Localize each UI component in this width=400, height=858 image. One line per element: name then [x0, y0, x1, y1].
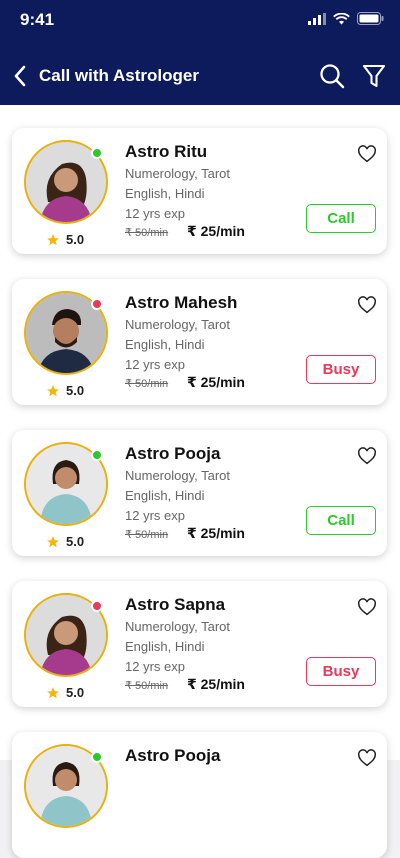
signal-icon: [308, 12, 326, 25]
astrologer-skills: Numerology, Tarot: [125, 166, 231, 181]
rating-value: 5.0: [66, 383, 85, 398]
heart-icon[interactable]: [357, 145, 377, 163]
price: ₹ 25/min: [187, 525, 245, 541]
rating: 5.0: [46, 232, 84, 247]
rating: 5.0: [46, 685, 84, 700]
astrologer-card[interactable]: 5.0 Astro Sapna Numerology, Tarot Englis…: [12, 581, 387, 707]
call-button[interactable]: Call: [306, 506, 376, 535]
busy-indicator: [91, 600, 103, 612]
online-indicator: [91, 449, 103, 461]
star-icon: [47, 535, 59, 547]
online-indicator: [91, 147, 103, 159]
online-indicator: [91, 751, 103, 763]
astrologer-skills: Numerology, Tarot: [125, 619, 231, 634]
battery-icon: [357, 12, 384, 25]
status-icons: [308, 12, 384, 25]
astrologer-name: Astro Pooja: [125, 746, 221, 765]
title-bar: Call with Astrologer: [0, 58, 400, 94]
astrologer-name: Astro Mahesh: [125, 293, 238, 312]
search-icon: [320, 64, 345, 89]
astrologer-card[interactable]: 5.0 Astro Mahesh Numerology, Tarot Engli…: [12, 279, 387, 405]
price: ₹ 25/min: [187, 676, 245, 692]
astrologer-experience: 12 yrs exp: [125, 357, 185, 372]
astrologer-languages: English, Hindi: [125, 186, 205, 201]
old-price: ₹ 50/min: [125, 529, 169, 541]
astrologer-languages: English, Hindi: [125, 337, 205, 352]
old-price: ₹ 50/min: [125, 378, 169, 390]
heart-icon[interactable]: [357, 447, 377, 465]
astrologer-experience: 12 yrs exp: [125, 206, 185, 221]
astrologer-name: Astro Ritu: [125, 142, 208, 161]
star-icon: [47, 233, 59, 245]
astrologer-card[interactable]: Astro Pooja: [12, 732, 387, 858]
heart-icon[interactable]: [357, 296, 377, 314]
astrologer-card[interactable]: 5.0 Astro Pooja Numerology, Tarot Englis…: [12, 430, 387, 556]
price: ₹ 25/min: [187, 223, 245, 239]
astrologer-skills: Numerology, Tarot: [125, 468, 231, 483]
astrologer-skills: Numerology, Tarot: [125, 317, 231, 332]
astrologer-name: Astro Pooja: [125, 444, 221, 463]
status-time: 9:41: [20, 10, 55, 29]
astrologer-languages: English, Hindi: [125, 639, 205, 654]
app-header: 9:41 Call with Astrologer: [0, 0, 400, 105]
call-button[interactable]: Call: [306, 204, 376, 233]
astrologer-languages: English, Hindi: [125, 488, 205, 503]
old-price: ₹ 50/min: [125, 227, 169, 239]
astrologer-card[interactable]: 5.0 Astro Ritu Numerology, Tarot English…: [12, 128, 387, 254]
rating: 5.0: [46, 383, 84, 398]
old-price: ₹ 50/min: [125, 680, 169, 692]
page-title: Call with Astrologer: [39, 66, 199, 85]
back-arrow-icon: [14, 65, 26, 87]
heart-icon[interactable]: [357, 749, 377, 767]
busy-button[interactable]: Busy: [306, 355, 376, 384]
rating: 5.0: [46, 534, 84, 549]
star-icon: [47, 384, 59, 396]
rating-value: 5.0: [66, 534, 85, 549]
price: ₹ 25/min: [187, 374, 245, 390]
busy-indicator: [91, 298, 103, 310]
filter-button[interactable]: [360, 62, 388, 90]
rating-value: 5.0: [66, 685, 85, 700]
rating-value: 5.0: [66, 232, 85, 247]
filter-icon: [362, 64, 386, 88]
back-button[interactable]: [8, 62, 32, 90]
busy-button[interactable]: Busy: [306, 657, 376, 686]
astrologer-experience: 12 yrs exp: [125, 508, 185, 523]
astrologer-list[interactable]: 5.0 Astro Ritu Numerology, Tarot English…: [0, 105, 400, 858]
heart-icon[interactable]: [357, 598, 377, 616]
search-button[interactable]: [318, 62, 346, 90]
star-icon: [47, 686, 59, 698]
wifi-icon: [333, 12, 350, 24]
astrologer-experience: 12 yrs exp: [125, 659, 185, 674]
astrologer-name: Astro Sapna: [125, 595, 226, 614]
